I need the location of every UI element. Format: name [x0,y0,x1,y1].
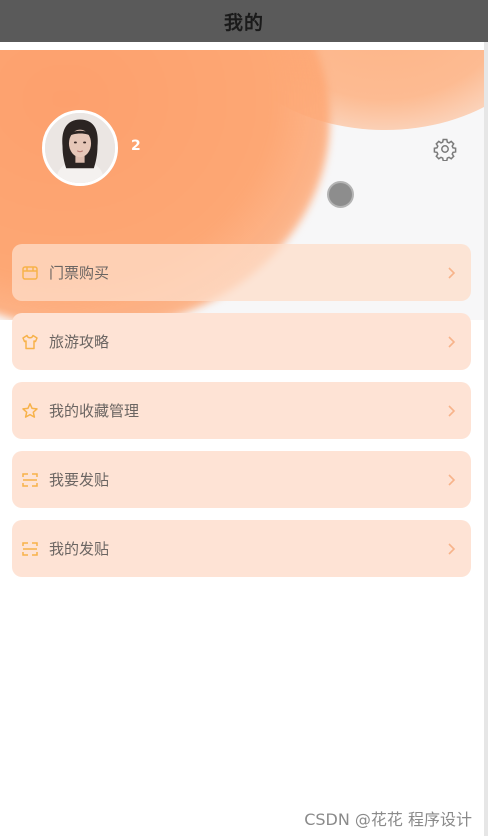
menu-item-ticket-purchase[interactable]: 门票购买 [12,244,471,301]
menu-item-create-post[interactable]: 我要发贴 [12,451,471,508]
chevron-right-icon [445,542,457,556]
shirt-icon [21,333,39,351]
watermark: CSDN @花花 程序设计 [304,810,472,829]
menu-item-travel-guide[interactable]: 旅游攻略 [12,313,471,370]
chevron-right-icon [445,404,457,418]
menu-list: 门票购买 旅游攻略 我的收藏管理 我要发贴 我的发贴 [12,244,471,589]
star-icon [21,402,39,420]
chevron-right-icon [445,473,457,487]
profile-photo [45,113,115,183]
ticket-icon [21,264,39,282]
menu-item-label: 门票购买 [49,264,110,282]
gear-icon[interactable] [433,137,457,161]
menu-item-label: 旅游攻略 [49,333,110,351]
username: 2 [131,138,141,154]
chevron-right-icon [445,266,457,280]
chevron-right-icon [445,335,457,349]
menu-item-label: 我要发贴 [49,471,110,489]
post-icon [21,471,39,489]
menu-item-label: 我的收藏管理 [49,402,140,420]
scrollbar[interactable] [484,42,488,836]
menu-item-favorites[interactable]: 我的收藏管理 [12,382,471,439]
floating-dot[interactable] [327,181,354,208]
menu-item-label: 我的发贴 [49,540,110,558]
menu-item-my-posts[interactable]: 我的发贴 [12,520,471,577]
page-title: 我的 [223,11,264,34]
avatar[interactable] [42,110,118,186]
post-icon [21,540,39,558]
navigation-bar: 我的 [0,0,488,42]
